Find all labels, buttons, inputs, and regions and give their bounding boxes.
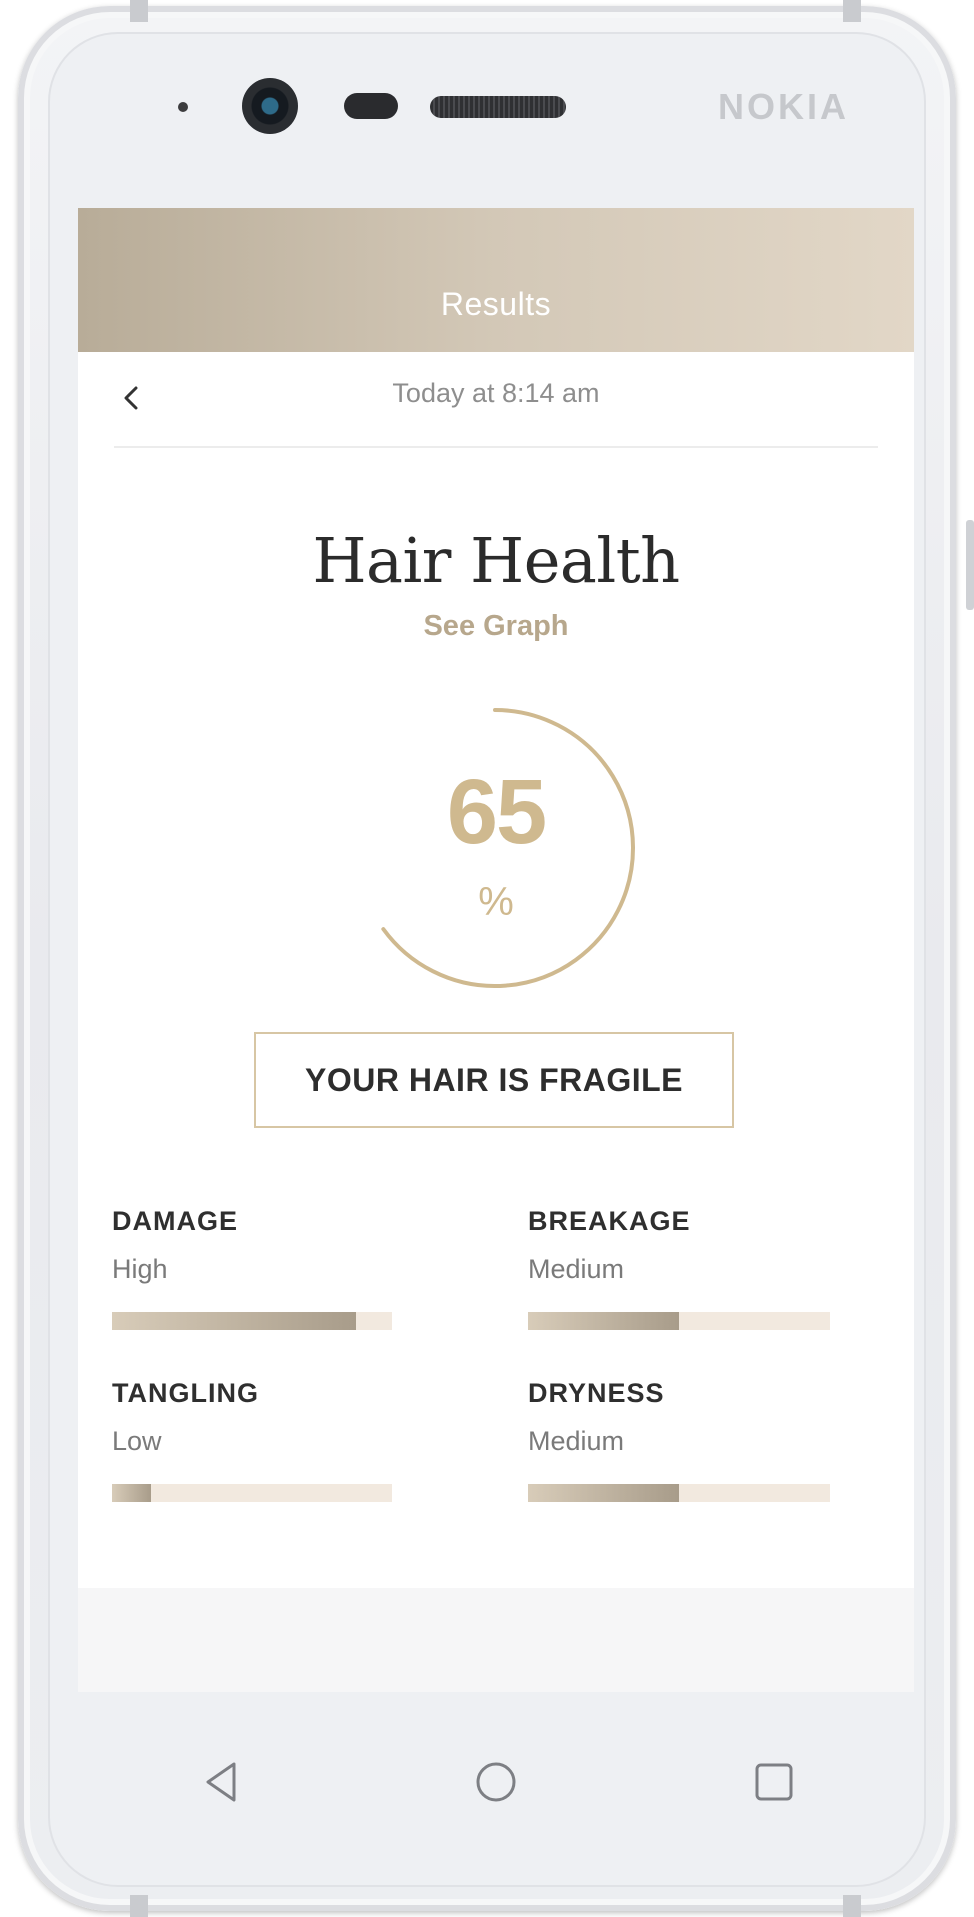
circle-icon [476, 1762, 516, 1802]
top-edge-notch-left [130, 0, 148, 22]
result-timestamp: Today at 8:14 am [392, 378, 600, 408]
chevron-left-icon [124, 386, 138, 410]
front-camera [242, 78, 298, 134]
metric-name: TANGLING [112, 1378, 259, 1408]
bottom-edge-notch-left [130, 1895, 148, 1917]
nav-back-button[interactable] [192, 1752, 252, 1812]
brand-logo: NOKIA [718, 86, 849, 127]
top-edge-notch-right [843, 0, 861, 22]
metric-level: Medium [528, 1254, 625, 1284]
header-bar: Results [78, 208, 914, 352]
back-button[interactable] [114, 378, 154, 418]
metric-level: Low [112, 1426, 162, 1456]
nav-home-button[interactable] [466, 1752, 526, 1812]
metric-dryness: DRYNESS Medium [528, 1378, 830, 1502]
nav-recents-button[interactable] [744, 1752, 804, 1812]
header-title: Results [440, 286, 552, 322]
metric-name: DAMAGE [112, 1206, 238, 1236]
bottom-edge-notch-right [843, 1895, 861, 1917]
metric-bar-track [528, 1312, 830, 1330]
app-screen: Results Today at 8:14 am Hair Health See… [78, 208, 914, 1692]
score-value: 65 [446, 761, 547, 863]
metric-tangling: TANGLING Low [112, 1378, 412, 1502]
see-graph-link[interactable]: See Graph [78, 610, 914, 643]
metric-bar-fill [528, 1312, 679, 1330]
metric-bar-track [112, 1312, 392, 1330]
bottom-strip [78, 1588, 914, 1692]
metric-bar-fill [528, 1484, 679, 1502]
power-button [966, 520, 974, 610]
metric-bar-fill [112, 1484, 152, 1502]
square-icon [755, 1763, 793, 1801]
earpiece-speaker [430, 96, 566, 118]
metric-level: High [112, 1254, 168, 1284]
verdict-button[interactable]: YOUR HAIR IS FRAGILE [254, 1032, 734, 1128]
light-sensor [178, 102, 188, 112]
triangle-left-icon [206, 1762, 236, 1802]
metric-name: DRYNESS [528, 1378, 665, 1408]
metric-name: BREAKAGE [528, 1206, 691, 1236]
proximity-sensor [344, 93, 398, 119]
page-title: Hair Health [312, 524, 680, 597]
metric-breakage: BREAKAGE Medium [528, 1206, 830, 1330]
metric-level: Medium [528, 1426, 625, 1456]
metric-damage: DAMAGE High [112, 1206, 412, 1330]
metric-bar-track [528, 1484, 830, 1502]
metric-bar-fill [112, 1312, 356, 1330]
score-unit: % [478, 880, 514, 924]
date-bar: Today at 8:14 am [114, 352, 878, 448]
metric-bar-track [112, 1484, 392, 1502]
